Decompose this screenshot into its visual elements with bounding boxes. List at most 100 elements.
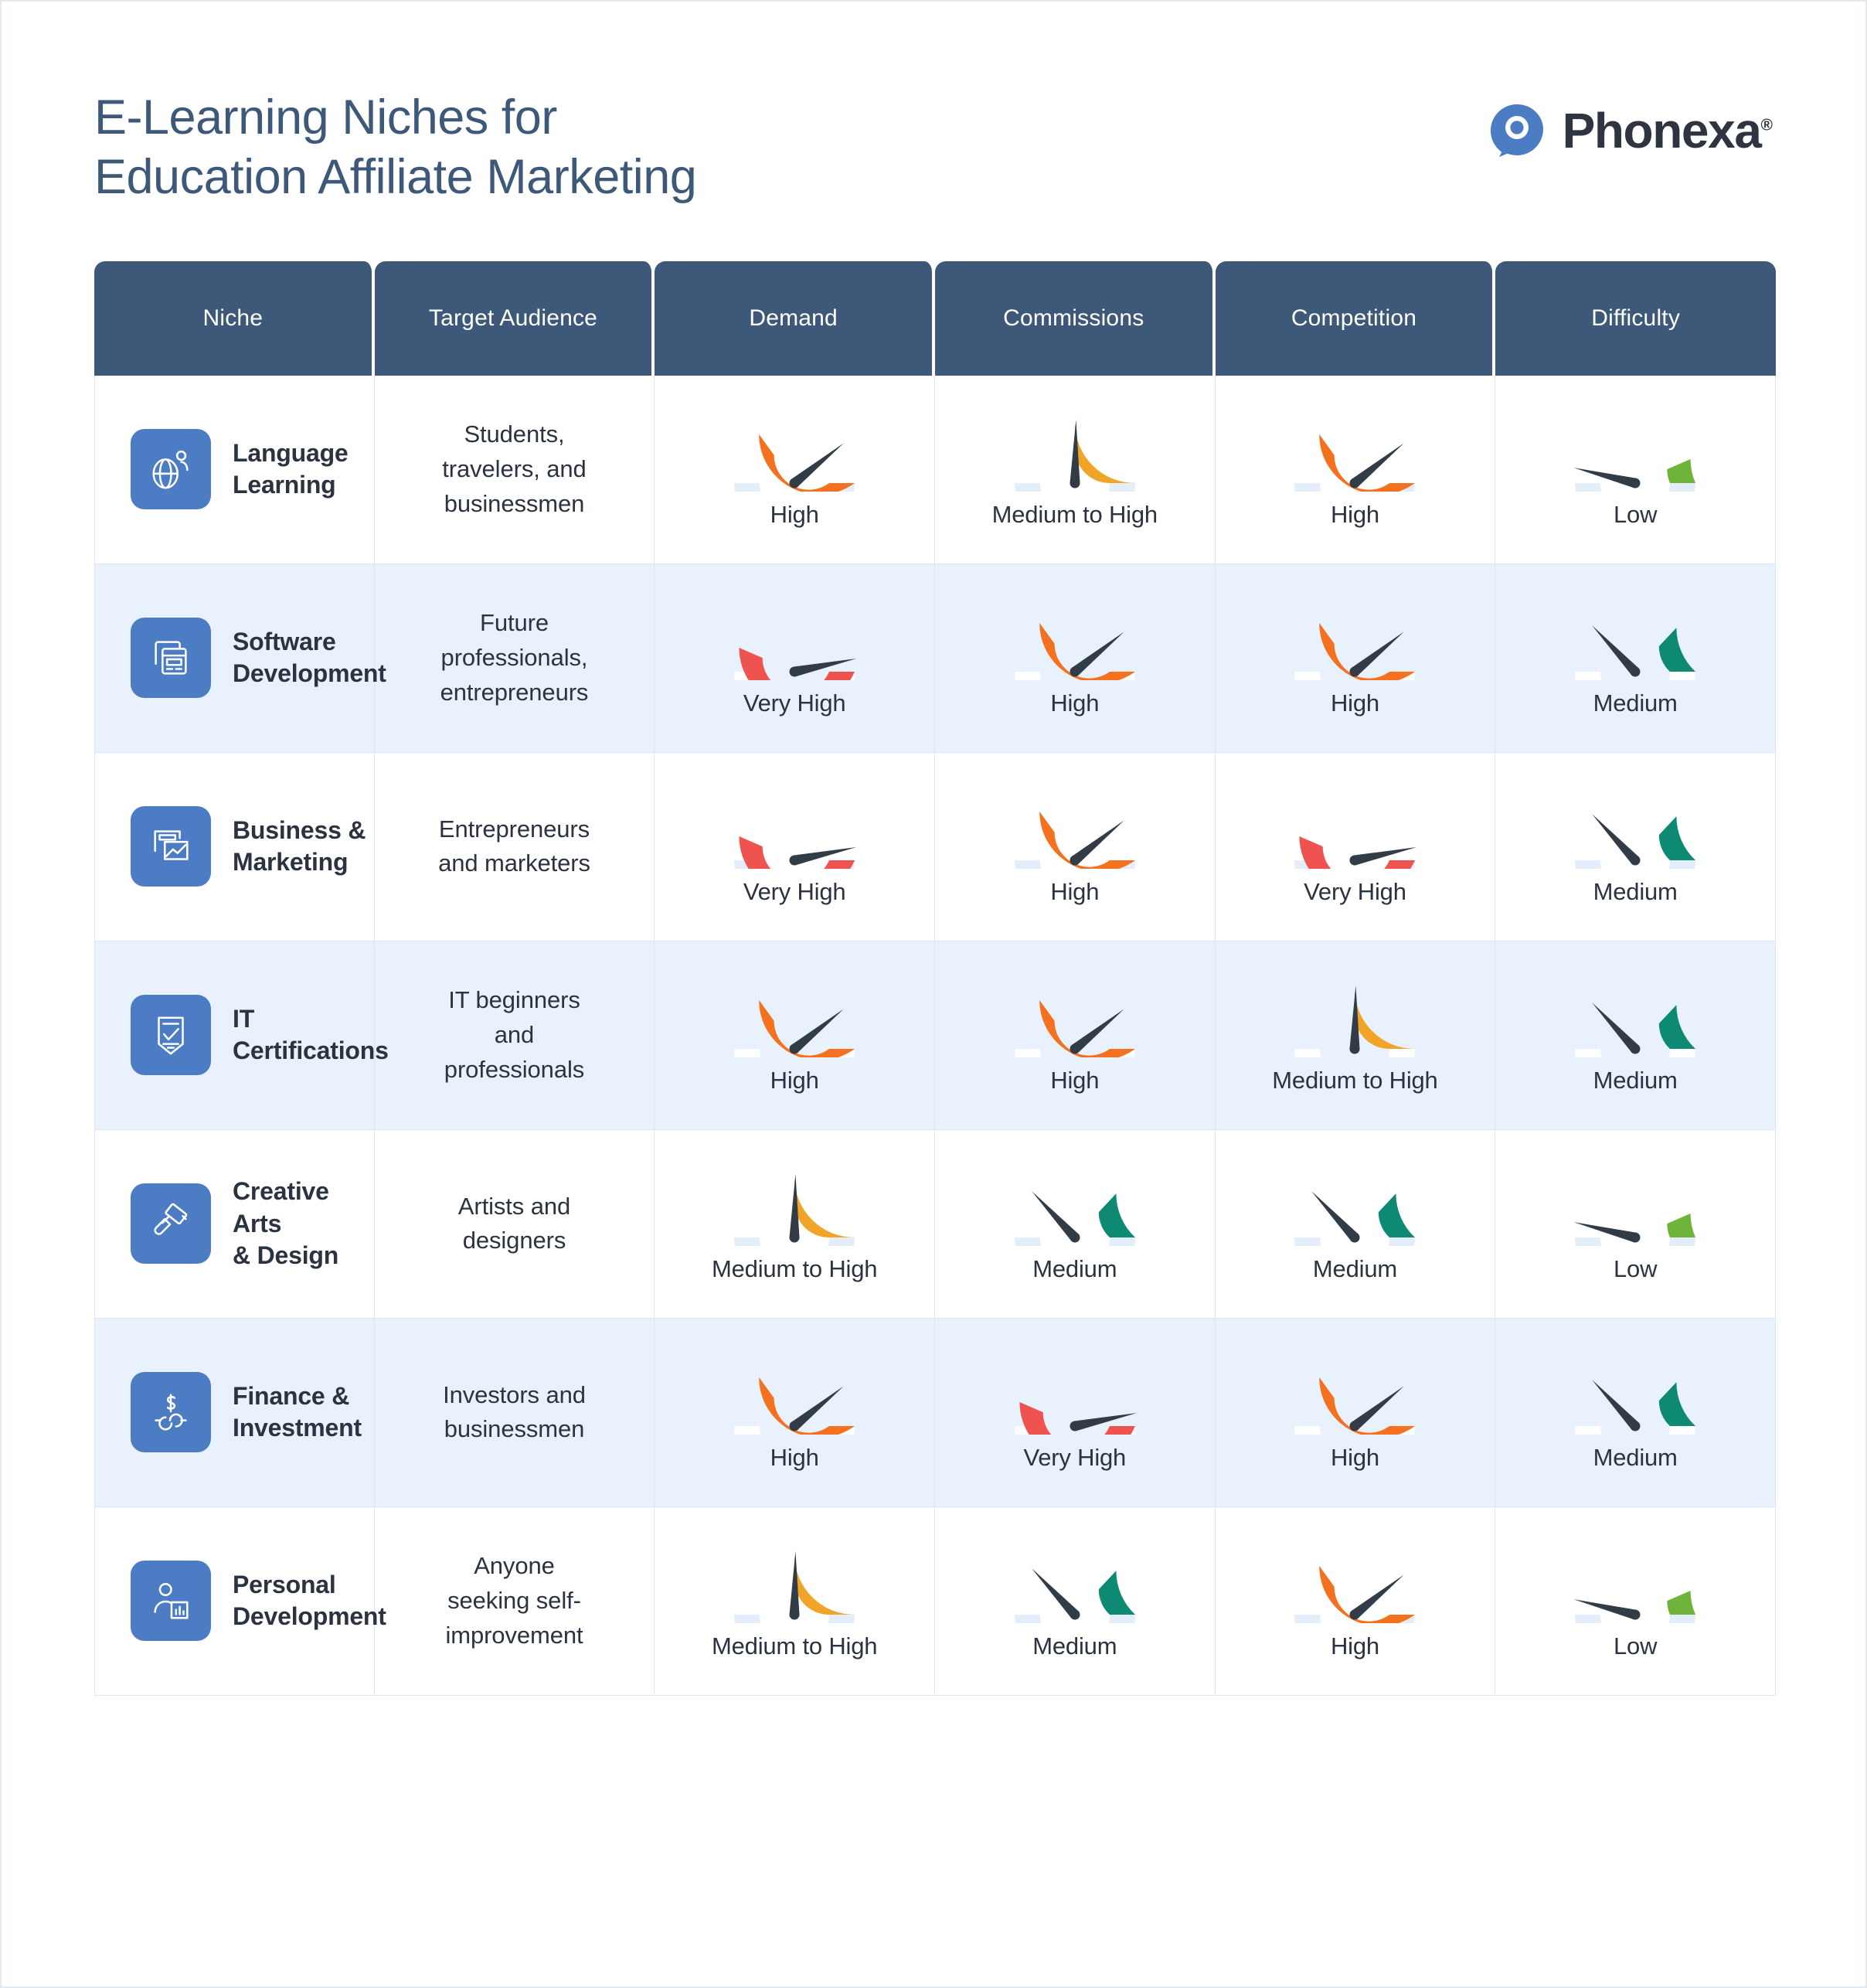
competition-cell: Very High bbox=[1215, 752, 1496, 941]
commissions-gauge-icon bbox=[1002, 598, 1148, 681]
demand-rating-label: Very High bbox=[743, 689, 846, 717]
difficulty-rating-label: Low bbox=[1614, 501, 1658, 529]
competition-gauge-icon bbox=[1281, 787, 1428, 870]
target-audience-cell: IT beginners and professionals bbox=[374, 941, 655, 1130]
difficulty-gauge-icon bbox=[1562, 1353, 1709, 1435]
table-row: Finance & Investment Investors and busine… bbox=[94, 1318, 1776, 1507]
difficulty-cell: Medium bbox=[1495, 1318, 1776, 1507]
target-audience-cell: Entrepreneurs and marketers bbox=[374, 752, 655, 941]
niche-name: Language Learning bbox=[233, 438, 349, 499]
competition-rating-label: High bbox=[1330, 689, 1379, 717]
demand-gauge-icon bbox=[721, 787, 868, 870]
competition-gauge-icon bbox=[1281, 410, 1428, 492]
dollar-exchange-icon bbox=[131, 1372, 211, 1453]
table-head: Niche Target Audience Demand Commissions Com… bbox=[94, 260, 1776, 376]
niche-name: Business & Marketing bbox=[233, 815, 366, 877]
certificate-shield-check-icon bbox=[131, 995, 211, 1076]
demand-gauge-icon bbox=[721, 975, 868, 1058]
competition-cell: High bbox=[1215, 563, 1496, 753]
commissions-gauge-icon bbox=[1002, 410, 1148, 492]
demand-gauge-icon bbox=[721, 410, 868, 492]
difficulty-rating-label: Medium bbox=[1593, 1067, 1678, 1094]
difficulty-gauge-icon bbox=[1562, 1164, 1709, 1247]
competition-rating-label: High bbox=[1330, 1632, 1379, 1660]
niche-cell: Creative Arts & Design bbox=[94, 1129, 375, 1319]
niche-name: Creative Arts & Design bbox=[233, 1177, 339, 1270]
paint-brush-icon bbox=[131, 1183, 211, 1265]
commissions-cell: Medium bbox=[934, 1506, 1216, 1696]
commissions-rating-label: Medium bbox=[1032, 1255, 1117, 1283]
person-growth-chart-icon bbox=[131, 1561, 211, 1642]
competition-cell: Medium bbox=[1215, 1129, 1496, 1319]
competition-gauge-icon bbox=[1281, 1353, 1428, 1435]
target-audience-text: Investors and businessmen bbox=[443, 1380, 586, 1443]
difficulty-cell: Medium bbox=[1495, 941, 1776, 1130]
target-audience-cell: Investors and businessmen bbox=[374, 1318, 655, 1507]
difficulty-cell: Medium bbox=[1495, 752, 1776, 941]
commissions-cell: High bbox=[934, 752, 1216, 941]
target-audience-text: Entrepreneurs and marketers bbox=[438, 815, 590, 877]
target-audience-cell: Future professionals, entrepreneurs bbox=[374, 563, 655, 753]
commissions-gauge-icon bbox=[1002, 787, 1148, 870]
target-audience-text: IT beginners and professionals bbox=[444, 986, 585, 1083]
commissions-rating-label: High bbox=[1050, 1067, 1100, 1094]
competition-rating-label: Very High bbox=[1304, 878, 1406, 906]
column-header-commissions: Commissions bbox=[934, 260, 1216, 376]
niche-cell: Business & Marketing bbox=[94, 752, 375, 941]
competition-gauge-icon bbox=[1281, 975, 1428, 1058]
commissions-gauge-icon bbox=[1002, 1541, 1148, 1624]
competition-cell: High bbox=[1215, 1506, 1496, 1696]
commissions-cell: Very High bbox=[934, 1318, 1216, 1507]
demand-gauge-icon bbox=[721, 1541, 868, 1624]
commissions-gauge-icon bbox=[1002, 1353, 1148, 1435]
competition-rating-label: High bbox=[1330, 1444, 1379, 1472]
niche-cell: Language Learning bbox=[94, 375, 375, 564]
demand-rating-label: Very High bbox=[743, 878, 846, 906]
demand-rating-label: High bbox=[770, 1444, 819, 1472]
column-header-competition: Competition bbox=[1215, 260, 1496, 376]
table-row: Business & Marketing Entrepreneurs and ma… bbox=[94, 752, 1776, 941]
registered-mark: ® bbox=[1760, 116, 1773, 134]
table-row: Creative Arts & Design Artists and design… bbox=[94, 1129, 1776, 1319]
niche-cell: IT Certifications bbox=[94, 941, 389, 1130]
phonexa-pin-icon bbox=[1488, 102, 1546, 159]
commissions-cell: High bbox=[934, 563, 1216, 753]
difficulty-gauge-icon bbox=[1562, 787, 1709, 870]
commissions-cell: Medium bbox=[934, 1129, 1216, 1319]
competition-cell: High bbox=[1215, 1318, 1496, 1507]
demand-gauge-icon bbox=[721, 598, 868, 681]
brand-name-text: Phonexa bbox=[1562, 103, 1762, 158]
page-header: E-Learning Niches for Education Affiliat… bbox=[2, 2, 1865, 208]
demand-cell: High bbox=[655, 375, 935, 564]
column-header-demand: Demand bbox=[655, 260, 935, 376]
header-row: Niche Target Audience Demand Commissions Com… bbox=[94, 260, 1776, 376]
competition-gauge-icon bbox=[1281, 1164, 1428, 1247]
commissions-rating-label: High bbox=[1050, 689, 1100, 717]
demand-cell: High bbox=[655, 941, 935, 1130]
competition-rating-label: Medium bbox=[1312, 1255, 1397, 1283]
commissions-cell: High bbox=[934, 941, 1216, 1130]
table-row: IT Certifications IT beginners and profes… bbox=[94, 941, 1776, 1130]
difficulty-gauge-icon bbox=[1562, 410, 1709, 492]
target-audience-text: Anyone seeking self- improvement bbox=[445, 1552, 583, 1649]
niche-cell: Software Development bbox=[94, 563, 386, 753]
table-row: Software Development Future professionals… bbox=[94, 563, 1776, 753]
niche-name: Software Development bbox=[233, 627, 386, 688]
niches-table: Niche Target Audience Demand Commissions Com… bbox=[94, 260, 1776, 1696]
difficulty-rating-label: Medium bbox=[1593, 878, 1678, 906]
table-row: Language Learning Students, travelers, an… bbox=[94, 375, 1776, 564]
niche-name: Finance & Investment bbox=[233, 1381, 362, 1442]
niche-cell: Personal Development bbox=[94, 1506, 386, 1696]
demand-cell: Medium to High bbox=[655, 1506, 935, 1696]
difficulty-cell: Low bbox=[1495, 1129, 1776, 1319]
demand-rating-label: High bbox=[770, 501, 819, 529]
brand-name: Phonexa® bbox=[1563, 102, 1773, 159]
target-audience-cell: Artists and designers bbox=[374, 1129, 655, 1319]
competition-gauge-icon bbox=[1281, 598, 1428, 681]
difficulty-cell: Low bbox=[1495, 1506, 1776, 1696]
demand-rating-label: Medium to High bbox=[711, 1255, 878, 1283]
difficulty-rating-label: Low bbox=[1614, 1255, 1658, 1283]
globe-person-icon bbox=[131, 429, 211, 510]
commissions-rating-label: High bbox=[1050, 878, 1100, 906]
presentation-chart-icon bbox=[131, 806, 211, 887]
